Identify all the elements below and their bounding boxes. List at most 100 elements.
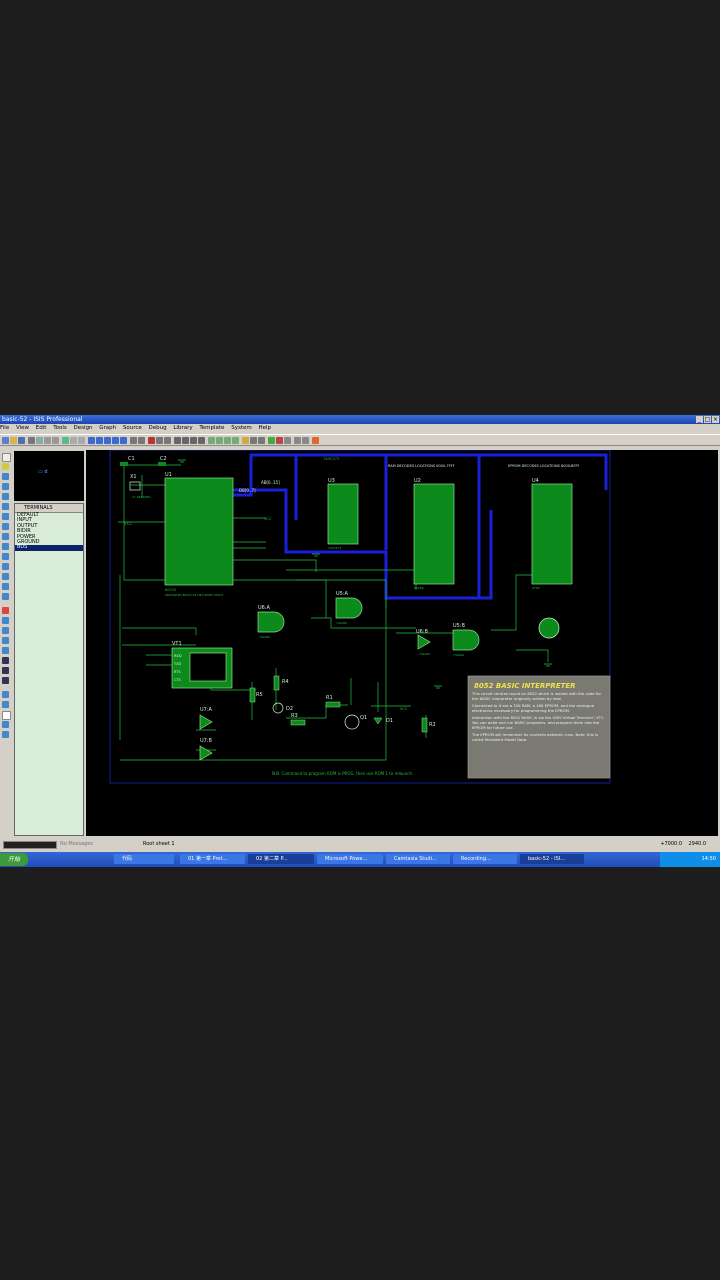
gate-u5a-part: 74LS00	[336, 621, 347, 625]
marker-tool-icon[interactable]	[2, 677, 9, 684]
box-tool-icon[interactable]	[2, 617, 9, 624]
rotate-cw-icon[interactable]	[2, 691, 9, 698]
refresh-icon[interactable]	[62, 437, 69, 444]
overview-window[interactable]: ▭ d	[14, 451, 84, 501]
selection-mode-icon[interactable]	[2, 453, 11, 462]
ground-symbol	[434, 685, 442, 689]
minimize-button[interactable]: _	[696, 416, 703, 423]
taskbar-item-powerpoint[interactable]: Microsoft Powe...	[317, 854, 383, 864]
circle-tool-icon[interactable]	[2, 627, 9, 634]
resistor-r3	[290, 719, 306, 726]
taskbar-item-ch2[interactable]: 02 第二章 P...	[248, 854, 314, 864]
print-icon[interactable]	[28, 437, 35, 444]
save-icon[interactable]	[18, 437, 25, 444]
wire-label-icon[interactable]	[2, 483, 9, 490]
diode-d1-label: D1	[386, 718, 393, 724]
remove-sheet-icon[interactable]	[276, 437, 283, 444]
device-pins-icon[interactable]	[2, 533, 9, 540]
component-mode-icon[interactable]	[2, 463, 9, 470]
rotation-angle-field[interactable]	[2, 711, 11, 720]
block-delete-icon[interactable]	[198, 437, 205, 444]
block-copy-icon[interactable]	[174, 437, 181, 444]
bill-of-materials-icon[interactable]	[294, 437, 301, 444]
symbol-tool-icon[interactable]	[2, 667, 9, 674]
menu-system[interactable]: System	[231, 425, 252, 431]
open-file-icon[interactable]	[10, 437, 17, 444]
exit-to-parent-icon[interactable]	[284, 437, 291, 444]
close-button[interactable]: ×	[712, 416, 719, 423]
packaging-icon[interactable]	[224, 437, 231, 444]
menu-edit[interactable]: Edit	[36, 425, 47, 431]
start-button[interactable]: 开始	[0, 853, 28, 866]
text-tool-icon[interactable]	[2, 657, 9, 664]
maximize-button[interactable]: □	[704, 416, 711, 423]
block-rotate-icon[interactable]	[190, 437, 197, 444]
menu-design[interactable]: Design	[74, 425, 93, 431]
make-device-icon[interactable]	[216, 437, 223, 444]
export-icon[interactable]	[52, 437, 59, 444]
pan-icon[interactable]	[88, 437, 95, 444]
electrical-rules-icon[interactable]	[302, 437, 309, 444]
import-icon[interactable]	[44, 437, 51, 444]
decompose-icon[interactable]	[232, 437, 239, 444]
taskbar-item-ch1[interactable]: 01 第一章 Prot...	[180, 854, 245, 864]
menu-view[interactable]: View	[16, 425, 29, 431]
generator-icon[interactable]	[2, 563, 9, 570]
print-area-icon[interactable]	[36, 437, 43, 444]
pick-device-icon[interactable]	[208, 437, 215, 444]
simulation-controls[interactable]	[3, 841, 57, 849]
taskbar-item-camtasia[interactable]: Camtasia Studi...	[386, 854, 450, 864]
new-file-icon[interactable]	[2, 437, 9, 444]
terminals-mode-icon[interactable]	[2, 523, 9, 530]
paste-icon[interactable]	[164, 437, 171, 444]
zoom-in-icon[interactable]	[96, 437, 103, 444]
taskbar-item-isis[interactable]: basic-52 - ISI...	[520, 854, 584, 864]
menu-help[interactable]: Help	[258, 425, 271, 431]
netlist-to-ares-icon[interactable]	[312, 437, 319, 444]
zoom-out-icon[interactable]	[104, 437, 111, 444]
rotate-ccw-icon[interactable]	[2, 701, 9, 708]
menu-file[interactable]: File	[0, 425, 9, 431]
new-sheet-icon[interactable]	[268, 437, 275, 444]
block-move-icon[interactable]	[182, 437, 189, 444]
cut-icon[interactable]	[148, 437, 155, 444]
menu-graph[interactable]: Graph	[99, 425, 116, 431]
schematic-canvas[interactable]: C1 C2 X1 11.0592MHz VCC U1 80C52 PROGRAM…	[86, 450, 718, 836]
line-tool-icon[interactable]	[2, 607, 9, 614]
graph-mode-icon[interactable]	[2, 543, 9, 550]
zoom-all-icon[interactable]	[112, 437, 119, 444]
menu-source[interactable]: Source	[123, 425, 142, 431]
arc-tool-icon[interactable]	[2, 637, 9, 644]
wire-autorouter-icon[interactable]	[242, 437, 249, 444]
copy-icon[interactable]	[156, 437, 163, 444]
redo-icon[interactable]	[138, 437, 145, 444]
text-script-icon[interactable]	[2, 493, 9, 500]
subcircuit-icon[interactable]	[2, 513, 9, 520]
path-tool-icon[interactable]	[2, 647, 9, 654]
menu-tools[interactable]: Tools	[53, 425, 67, 431]
ram-note: RAM DECODES LOCATIONS 0000-7FFF	[388, 464, 455, 468]
voltage-probe-icon[interactable]	[2, 573, 9, 580]
junction-dot-icon[interactable]	[2, 473, 9, 480]
origin-icon[interactable]	[78, 437, 85, 444]
mirror-x-icon[interactable]	[2, 721, 9, 728]
grid-icon[interactable]	[70, 437, 77, 444]
mirror-y-icon[interactable]	[2, 731, 9, 738]
search-tag-icon[interactable]	[250, 437, 257, 444]
zoom-area-icon[interactable]	[120, 437, 127, 444]
bus-icon[interactable]	[2, 503, 9, 510]
terminal-item-bus[interactable]: BUS	[15, 545, 83, 551]
virtual-instrument-icon[interactable]	[2, 593, 9, 600]
chip-u2-ram	[413, 483, 455, 585]
property-assignment-icon[interactable]	[258, 437, 265, 444]
menu-debug[interactable]: Debug	[149, 425, 167, 431]
menu-template[interactable]: Template	[199, 425, 224, 431]
gate-u6a-label: U6:A	[258, 605, 271, 611]
menu-library[interactable]: Library	[173, 425, 192, 431]
taskbar-item-code[interactable]: 代码	[114, 854, 174, 864]
taskbar-item-recording[interactable]: Recording...	[453, 854, 517, 864]
tape-recorder-icon[interactable]	[2, 553, 9, 560]
crystal-x1-value: 11.0592MHz	[132, 495, 151, 499]
undo-icon[interactable]	[130, 437, 137, 444]
current-probe-icon[interactable]	[2, 583, 9, 590]
